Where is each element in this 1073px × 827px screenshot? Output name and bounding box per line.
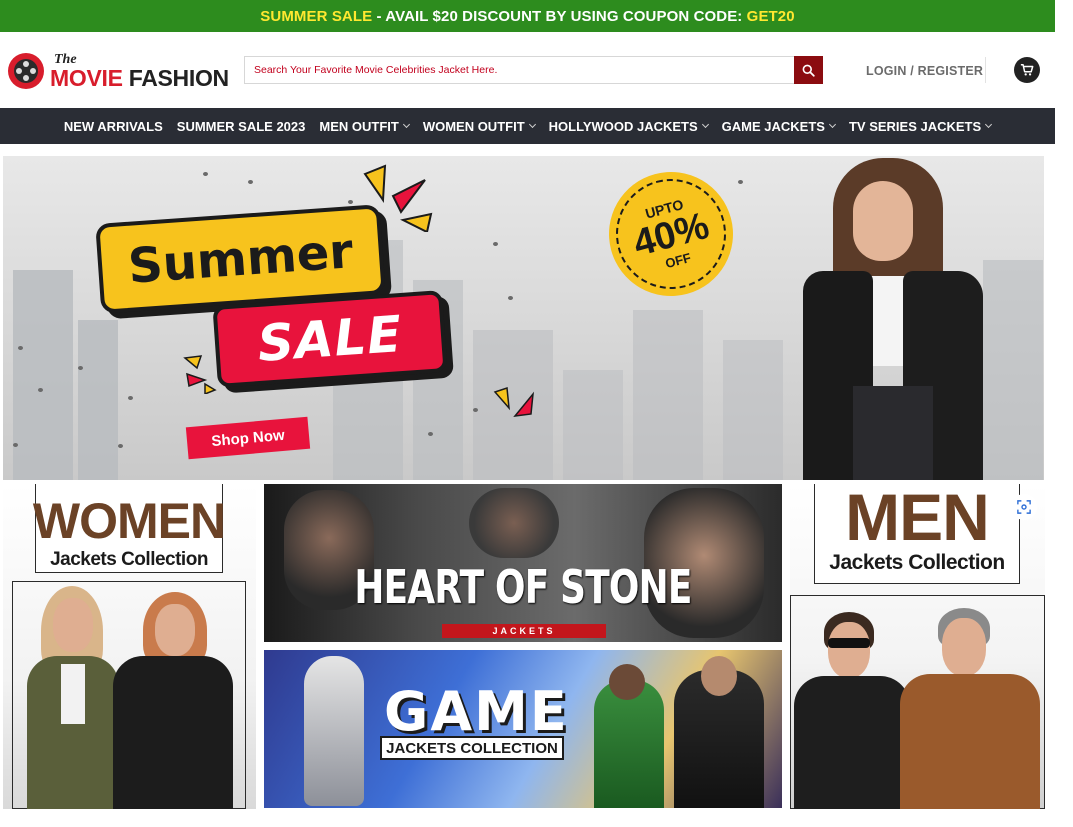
lens-icon[interactable] [1011,494,1037,520]
main-nav: NEW ARRIVALS SUMMER SALE 2023 MEN OUTFIT WO… [0,108,1055,144]
women-label-box: WOMEN Jackets Collection [32,484,226,573]
chevron-down-icon [701,120,709,129]
chevron-down-icon [985,120,993,129]
logo-fashion: FASHION [122,64,229,91]
discount-badge: UPTO 40% OFF [595,158,747,310]
women-jackets-promo[interactable]: WOMEN Jackets Collection [3,484,256,809]
site-header: The MOVIE FASHION LOGIN / REGISTER [0,32,1055,108]
promo-bar: SUMMER SALE - AVAIL $20 DISCOUNT BY USIN… [0,0,1055,32]
hero-model-image [773,156,1013,480]
men-title: MEN [845,484,990,554]
nav-item-women-outfit[interactable]: WOMEN OUTFIT [416,119,542,134]
game-subtitle: JACKETS COLLECTION [380,736,564,760]
nav-item-label: GAME JACKETS [721,118,825,134]
hos-subtitle: JACKETS [442,624,606,638]
logo-movie: MOVIE [50,64,123,91]
nav-item-men-outfit[interactable]: MEN OUTFIT [312,119,415,134]
header-divider [985,57,986,83]
women-models-image [13,584,249,809]
hos-title: HEART OF STONE [354,560,692,614]
nav-item-label: SUMMER SALE 2023 [176,118,306,134]
hero-banner-summer-sale[interactable]: Summer SALE Shop Now UPTO 40% OFF [3,156,1044,480]
hero-sale-label: SALE [212,290,448,388]
game-title: GAME [384,680,569,743]
promo-sale-label: SUMMER SALE [260,7,373,25]
logo-wordmark: MOVIE FASHION [50,64,229,91]
women-title: WOMEN [32,493,226,549]
nav-item-label: HOLLYWOOD JACKETS [548,118,698,134]
promo-coupon-code: GET20 [746,7,795,25]
site-logo[interactable]: The MOVIE FASHION [8,48,229,94]
nav-item-label: TV SERIES JACKETS [848,118,982,134]
men-label-box: MEN Jackets Collection [814,484,1020,584]
men-jackets-promo[interactable]: MEN Jackets Collection [790,484,1045,809]
search-bar [244,56,823,84]
nav-item-new-arrivals[interactable]: NEW ARRIVALS [57,119,170,134]
search-button[interactable] [794,56,823,84]
nav-item-label: WOMEN OUTFIT [422,118,525,134]
nav-item-label: NEW ARRIVALS [63,118,163,134]
game-jackets-promo[interactable]: GAME JACKETS COLLECTION [264,650,782,808]
badge-percent: 40% [628,204,714,265]
cart-button[interactable] [1014,57,1040,83]
film-reel-icon [8,53,44,89]
shop-now-button[interactable]: Shop Now [185,416,311,460]
men-models-image [790,596,1045,809]
badge-upto: UPTO [643,195,685,222]
badge-off: OFF [663,249,693,271]
heart-of-stone-promo[interactable]: HEART OF STONE JACKETS [264,484,782,642]
nav-item-game-jackets[interactable]: GAME JACKETS [715,119,842,134]
cart-icon [1020,64,1034,76]
nav-item-tv-series-jackets[interactable]: TV SERIES JACKETS [842,119,998,134]
promo-text: - AVAIL $20 DISCOUNT BY USING COUPON COD… [372,7,747,25]
chevron-down-icon [402,120,410,129]
login-register-link[interactable]: LOGIN / REGISTER [866,64,983,78]
chevron-down-icon [828,120,837,129]
women-subtitle: Jackets Collection [50,549,208,570]
search-input[interactable] [244,56,794,84]
chevron-down-icon [528,120,536,129]
men-subtitle: Jackets Collection [829,551,1005,574]
nav-item-label: MEN OUTFIT [319,118,399,134]
search-icon [802,64,815,77]
nav-item-hollywood-jackets[interactable]: HOLLYWOOD JACKETS [542,119,715,134]
nav-item-summer-sale-2023[interactable]: SUMMER SALE 2023 [170,119,313,134]
